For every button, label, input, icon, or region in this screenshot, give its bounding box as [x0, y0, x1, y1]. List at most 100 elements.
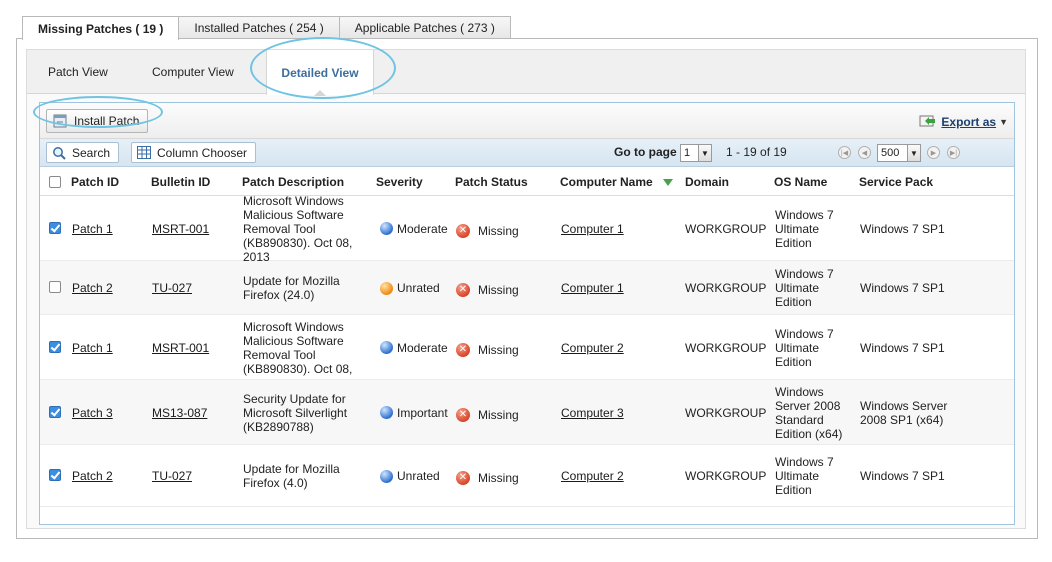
- description-line: (KB890830). Oct 08,: [243, 361, 353, 376]
- os-line: Edition: [775, 483, 812, 497]
- page-number-value: 1: [684, 147, 691, 159]
- os-cell: Windows 7 Ultimate Edition: [775, 267, 855, 309]
- os-line: Standard: [775, 412, 824, 427]
- tab-applicable-patches[interactable]: Applicable Patches ( 273 ): [338, 16, 511, 39]
- tab-installed-patches[interactable]: Installed Patches ( 254 ): [178, 16, 340, 39]
- column-chooser-label: Column Chooser: [157, 145, 248, 160]
- status-label: Missing: [478, 342, 519, 357]
- view-tab-bar: Patch View Computer View Detailed View: [27, 50, 1025, 96]
- computer-name-link[interactable]: Computer 1: [561, 222, 624, 236]
- severity-icon: [380, 281, 393, 295]
- col-patch-id[interactable]: Patch ID: [71, 175, 119, 189]
- os-line: Windows 7: [775, 267, 834, 281]
- table-row[interactable]: Patch 2 TU-027 Update for Mozilla Firefox (…: [40, 445, 1014, 507]
- bulletin-id-link[interactable]: MSRT-001: [152, 341, 209, 355]
- os-line: Ultimate: [775, 221, 820, 236]
- row-checkbox[interactable]: [49, 469, 61, 481]
- missing-icon: ✕: [456, 223, 470, 238]
- bulletin-id-link[interactable]: TU-027: [152, 281, 192, 295]
- domain-cell: WORKGROUP: [685, 469, 767, 483]
- row-checkbox[interactable]: [49, 221, 61, 234]
- patch-id-link[interactable]: Patch 1: [72, 341, 113, 355]
- computer-name-link[interactable]: Computer 1: [561, 281, 624, 295]
- col-patch-description[interactable]: Patch Description: [242, 175, 344, 189]
- install-patch-button[interactable]: Install Patch: [46, 109, 149, 133]
- patch-id-link[interactable]: Patch 3: [72, 406, 113, 420]
- bulletin-id-link[interactable]: TU-027: [152, 469, 192, 483]
- missing-icon: ✕: [456, 283, 470, 297]
- col-severity[interactable]: Severity: [376, 175, 423, 189]
- severity-icon: [380, 341, 393, 354]
- patch-grid: Install Patch Export as ▼ Search Column …: [39, 102, 1015, 525]
- severity-cell: Important: [380, 406, 448, 420]
- description-line: Microsoft Windows: [243, 193, 344, 208]
- chevron-down-icon: ▼: [999, 117, 1008, 127]
- description-line: Update for Mozilla: [243, 462, 340, 476]
- row-checkbox[interactable]: [49, 340, 61, 353]
- bulletin-id-link[interactable]: MS13-087: [152, 406, 207, 420]
- computer-name-link[interactable]: Computer 2: [561, 469, 624, 483]
- goto-page-label: Go to page: [614, 145, 677, 159]
- last-page-icon[interactable]: ▶|: [947, 146, 960, 159]
- col-computer-name[interactable]: Computer Name: [560, 175, 673, 189]
- table-row[interactable]: Patch 2 TU-027 Update for Mozilla Firefox (…: [40, 261, 1014, 315]
- search-button[interactable]: Search: [46, 142, 120, 163]
- tab-computer-view[interactable]: Computer View: [141, 50, 245, 94]
- description-line: (KB2890788): [243, 419, 314, 434]
- os-cell: Windows 7 Ultimate Edition: [775, 208, 855, 250]
- computer-name-link[interactable]: Computer 3: [561, 406, 624, 420]
- os-line: Edition: [775, 235, 812, 250]
- tab-missing-patches[interactable]: Missing Patches ( 19 ): [22, 16, 180, 40]
- col-service-pack[interactable]: Service Pack: [859, 175, 933, 189]
- tab-detailed-view[interactable]: Detailed View: [266, 50, 374, 96]
- os-line: Ultimate: [775, 340, 820, 355]
- row-checkbox[interactable]: [49, 281, 61, 293]
- os-line: Windows 7: [775, 455, 834, 469]
- col-os-name[interactable]: OS Name: [774, 175, 827, 189]
- bulletin-id-link[interactable]: MSRT-001: [152, 222, 209, 236]
- description-cell: Microsoft Windows Malicious Software Remov…: [243, 194, 368, 264]
- top-tab-bar: Missing Patches ( 19 ) Installed Patches…: [22, 16, 511, 40]
- select-all-checkbox[interactable]: [49, 176, 61, 188]
- col-patch-status[interactable]: Patch Status: [455, 175, 528, 189]
- first-page-icon[interactable]: |◀: [838, 146, 851, 159]
- export-as-menu[interactable]: Export as ▼: [919, 113, 1008, 131]
- status-label: Missing: [478, 223, 519, 238]
- severity-cell: Unrated: [380, 469, 440, 483]
- missing-icon: ✕: [456, 407, 470, 422]
- severity-label: Moderate: [397, 221, 448, 236]
- status-cell: ✕ Missing: [456, 342, 519, 357]
- table-row[interactable]: Patch 3 MS13-087 Security Update for Micros…: [40, 380, 1014, 445]
- page-range-text: 1 - 19 of 19: [726, 145, 787, 159]
- os-line: Windows 7: [775, 326, 834, 341]
- col-bulletin-id[interactable]: Bulletin ID: [151, 175, 210, 189]
- prev-page-icon[interactable]: ◀: [858, 146, 871, 159]
- os-cell: Windows Server 2008 Standard Edition (x64): [775, 385, 855, 441]
- severity-icon: [380, 406, 393, 419]
- page-number-select[interactable]: 1 ▼: [680, 144, 712, 162]
- service-pack-cell: Windows 7 SP1: [860, 222, 1010, 236]
- domain-cell: WORKGROUP: [685, 221, 767, 236]
- table-row[interactable]: Patch 1 MSRT-001 Microsoft Windows Maliciou…: [40, 194, 1014, 264]
- patch-id-link[interactable]: Patch 2: [72, 469, 113, 483]
- status-label: Missing: [478, 407, 519, 422]
- description-line: Firefox (24.0): [243, 288, 315, 302]
- os-cell: Windows 7 Ultimate Edition: [775, 327, 855, 369]
- page-size-select[interactable]: 500 ▼: [877, 144, 921, 162]
- col-computer-name-label: Computer Name: [560, 175, 653, 189]
- status-cell: ✕ Missing: [456, 407, 519, 422]
- row-checkbox[interactable]: [49, 405, 61, 418]
- sort-desc-icon: [662, 179, 673, 187]
- status-label: Missing: [478, 283, 519, 297]
- patch-id-link[interactable]: Patch 2: [72, 281, 113, 295]
- table-row[interactable]: Patch 1 MSRT-001 Microsoft Windows Maliciou…: [40, 315, 1014, 380]
- column-chooser-button[interactable]: Column Chooser: [131, 142, 257, 163]
- severity-label: Moderate: [397, 340, 448, 355]
- next-page-icon[interactable]: ▶: [927, 146, 940, 159]
- tab-patch-view[interactable]: Patch View: [37, 50, 119, 94]
- table-header: Patch ID Bulletin ID Patch Description S…: [40, 168, 1014, 196]
- missing-icon: ✕: [456, 342, 470, 357]
- patch-id-link[interactable]: Patch 1: [72, 222, 113, 236]
- col-domain[interactable]: Domain: [685, 175, 729, 189]
- computer-name-link[interactable]: Computer 2: [561, 341, 624, 355]
